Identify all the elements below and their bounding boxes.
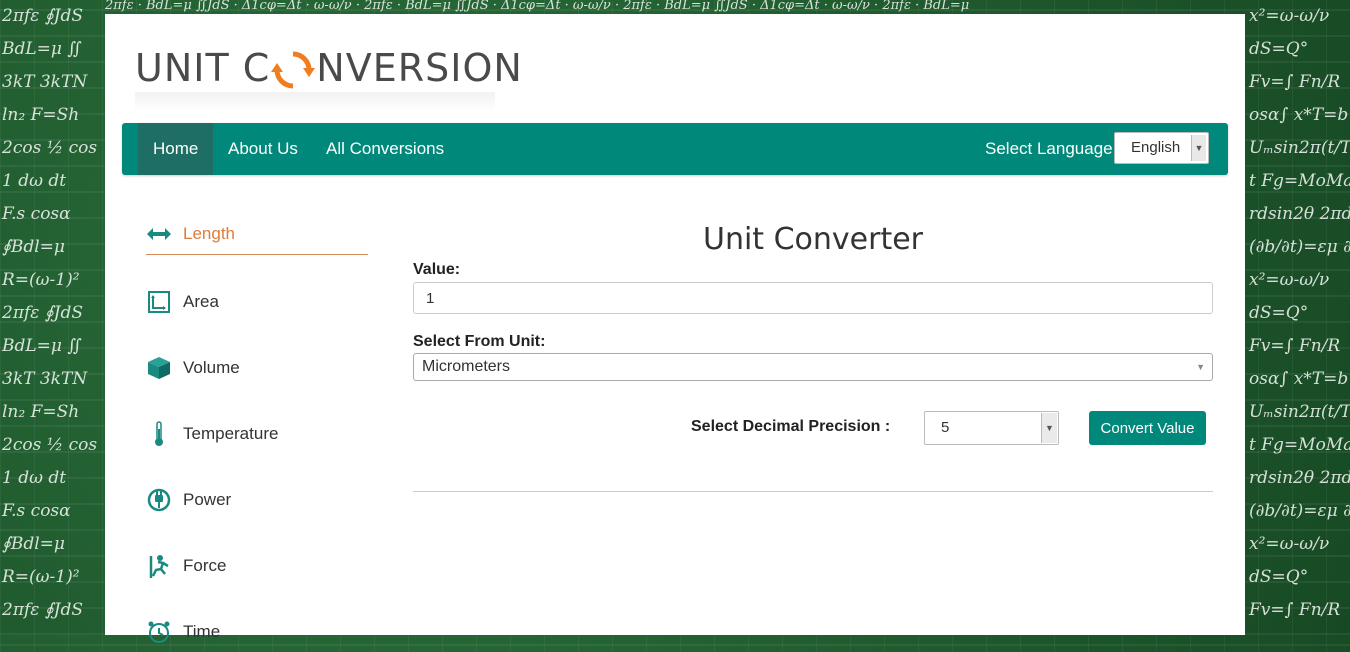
caret-down-icon: ▼ [1196, 362, 1205, 372]
thermometer-icon [146, 421, 172, 447]
area-icon [146, 289, 172, 315]
decimal-precision-label: Select Decimal Precision : [691, 418, 891, 435]
decimal-precision-value: 5 [941, 419, 950, 436]
nav-home[interactable]: Home [138, 123, 214, 175]
main-navbar: Home About Us All Conversions Select Lan… [122, 123, 1228, 175]
logo-text-start: UNIT C [135, 46, 271, 90]
arrows-horizontal-icon [146, 221, 172, 247]
sidebar-item-power[interactable]: Power [146, 480, 368, 520]
sidebar-item-label: Area [183, 292, 219, 311]
sidebar-item-label: Power [183, 490, 232, 509]
sidebar-item-volume[interactable]: Volume [146, 348, 368, 388]
from-unit-select[interactable]: Micrometers ▼ [413, 353, 1213, 381]
sidebar-item-length[interactable]: Length [146, 214, 368, 255]
sidebar-item-label: Temperature [183, 424, 279, 443]
value-input[interactable] [413, 282, 1213, 314]
sidebar-item-label: Force [183, 556, 227, 575]
nav-all-conversions[interactable]: All Conversions [326, 123, 444, 175]
chalkboard-background-top: 2πfɛ · BdL=μ ∬JdS · Δ1cφ=Δt · ω-ω/ν · 2π… [105, 0, 970, 13]
page-container: UNIT C NVERSION Home About Us All Conver… [105, 14, 1245, 643]
language-select-value: English [1131, 139, 1181, 156]
convert-value-button[interactable]: Convert Value [1089, 411, 1206, 445]
force-icon [146, 553, 172, 579]
sidebar-item-label: Volume [183, 358, 240, 377]
cube-icon [146, 355, 172, 381]
refresh-arrows-icon [271, 51, 316, 89]
sidebar-item-label: Length [183, 224, 235, 243]
plug-icon [146, 487, 172, 513]
sidebar-item-label: Time [183, 622, 221, 641]
sidebar-item-temperature[interactable]: Temperature [146, 414, 368, 454]
nav-about-us[interactable]: About Us [228, 123, 298, 175]
chalkboard-background-left: 2πfɛ ∮JdS BdL=μ ∬ 3kT 3kTN ln₂ F=Sh 2cos ½ c… [2, 6, 98, 635]
select-language-label: Select Language [985, 139, 1113, 158]
decimal-precision-select[interactable]: 5 ▼ [924, 411, 1059, 445]
site-logo[interactable]: UNIT C NVERSION [135, 44, 523, 92]
page-title: Unit Converter [702, 222, 924, 257]
logo-reflection [135, 92, 495, 112]
language-select[interactable]: English ▼ [1114, 132, 1209, 164]
sidebar-item-time[interactable]: Time [146, 612, 368, 652]
logo-text-end: NVERSION [316, 46, 523, 90]
sidebar-item-force[interactable]: Force [146, 546, 368, 586]
sidebar-item-area[interactable]: Area [146, 282, 368, 322]
chevron-down-icon[interactable]: ▼ [1191, 135, 1206, 161]
chalkboard-background-right: x²=ω-ω/ν dS=Q° Fv=∫ Fn/R osα∫ x*T=b Uₘsin2π(… [1249, 6, 1350, 620]
chevron-down-icon[interactable]: ▼ [1041, 413, 1057, 443]
result-divider [413, 491, 1213, 492]
from-unit-value: Micrometers [422, 358, 511, 375]
from-unit-label: Select From Unit: [413, 333, 546, 350]
value-label: Value: [413, 261, 461, 278]
clock-icon [146, 619, 172, 645]
